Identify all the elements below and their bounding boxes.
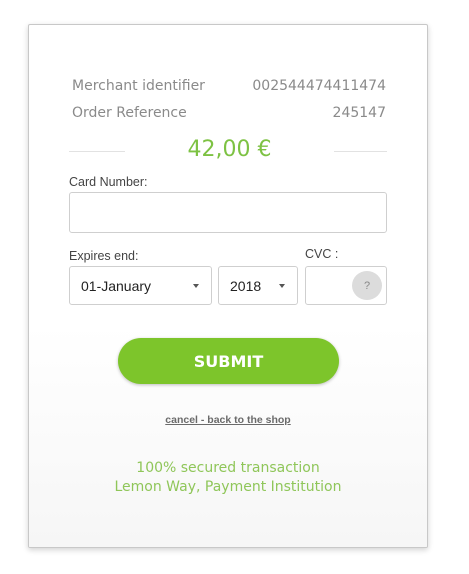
cancel-link[interactable]: cancel - back to the shop [29,414,427,426]
amount-divider-left [69,151,125,152]
help-icon[interactable]: ? [352,271,382,300]
merchant-identifier-row: Merchant identifier 002544474411474 [72,75,386,97]
amount-divider-right [334,151,387,152]
order-reference-row: Order Reference 245147 [72,102,386,124]
card-number-label: Card Number: [69,175,148,189]
merchant-identifier-label: Merchant identifier [72,78,205,94]
cvc-input[interactable]: ? [305,266,387,305]
expiry-year-value: 2018 [230,277,262,294]
order-reference-value: 245147 [332,105,386,121]
merchant-identifier-value: 002544474411474 [252,78,386,94]
cvc-label: CVC : [305,247,339,261]
expiry-year-select[interactable]: 2018 [218,266,298,305]
payment-institution-text: Lemon Way, Payment Institution [114,479,342,495]
chevron-down-icon [193,284,199,288]
expiry-month-select[interactable]: 01-January [69,266,212,305]
expires-label: Expires end: [69,249,139,263]
secure-transaction-text: 100% secured transaction [136,460,320,476]
order-reference-label: Order Reference [72,105,187,121]
submit-button[interactable]: SUBMIT [118,338,339,384]
card-number-input[interactable] [69,192,387,233]
expiry-month-value: 01-January [81,277,152,294]
payment-amount: 42,00 € [187,137,272,162]
chevron-down-icon [279,284,285,288]
payment-card: Merchant identifier 002544474411474 Orde… [28,24,428,548]
